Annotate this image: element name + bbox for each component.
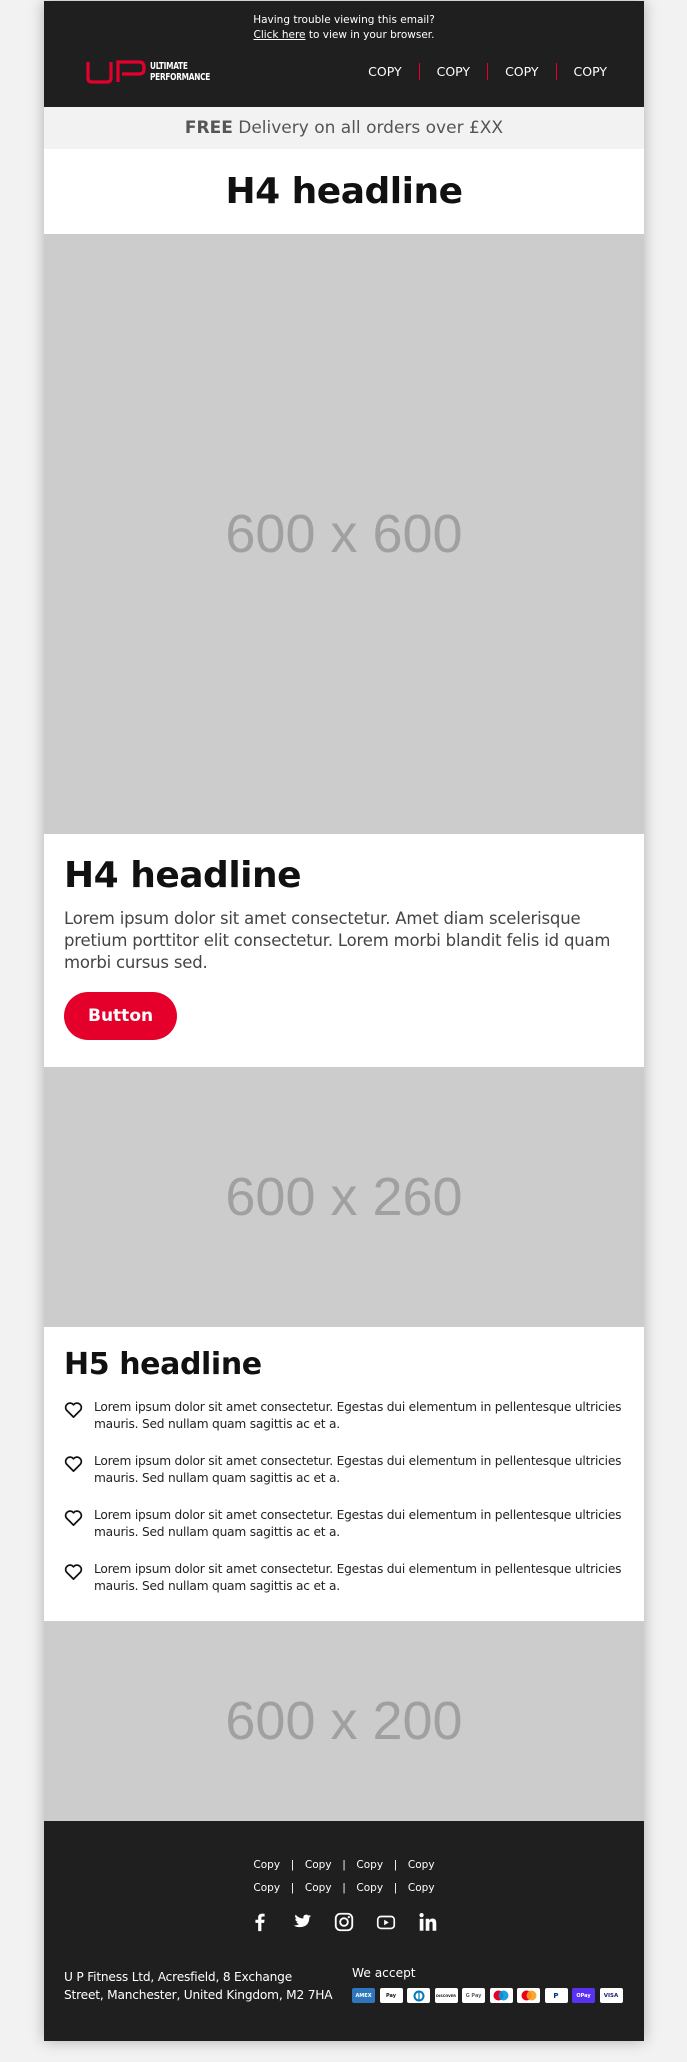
footer-link-separator: | <box>291 1881 294 1894</box>
mastercard-icon <box>517 1988 540 2003</box>
preheader: Having trouble viewing this email? Click… <box>44 13 644 43</box>
nav-item-1[interactable]: COPY <box>351 64 418 79</box>
email-footer: Copy | Copy | Copy | Copy Copy | Copy | … <box>44 1821 644 2041</box>
preheader-line1: Having trouble viewing this email? <box>253 14 435 26</box>
list-item-text: Lorem ipsum dolor sit amet consectetur. … <box>94 1400 622 1431</box>
benefits-section: H5 headline Lorem ipsum dolor sit amet c… <box>44 1327 644 1621</box>
twitter-icon[interactable] <box>291 1911 313 1933</box>
preheader-line2: Click here to view in your browser. <box>44 28 644 43</box>
social-links <box>44 1911 644 1933</box>
footer-links: Copy | Copy | Copy | Copy Copy | Copy | … <box>44 1853 644 1899</box>
footer-link-row-1: Copy | Copy | Copy | Copy <box>44 1853 644 1876</box>
we-accept-label: We accept <box>352 1966 416 1980</box>
image-260-label: 600 x 260 <box>225 1167 463 1227</box>
hero-headline: H4 headline <box>225 171 463 212</box>
list-item: Lorem ipsum dolor sit amet consectetur. … <box>64 1561 624 1595</box>
view-in-browser-link[interactable]: Click here <box>253 29 305 41</box>
shop-pay-icon: OPay <box>572 1988 595 2003</box>
up-logo-mark-icon <box>86 60 146 84</box>
footer-link-separator: | <box>342 1858 346 1871</box>
list-item-text: Lorem ipsum dolor sit amet consectetur. … <box>94 1454 622 1485</box>
promo-text: Delivery on all orders over £XX <box>232 118 504 138</box>
linkedin-icon[interactable] <box>417 1911 439 1933</box>
apple-pay-icon: Pay <box>379 1988 403 2003</box>
preheader-line2-rest: to view in your browser. <box>305 29 435 41</box>
amex-icon: AMEX <box>352 1988 375 2003</box>
nav-item-3[interactable]: COPY <box>488 64 555 79</box>
promo-bar: FREE Delivery on all orders over £XX <box>44 107 644 149</box>
list-item: Lorem ipsum dolor sit amet consectetur. … <box>64 1507 624 1541</box>
footer-link[interactable]: Copy <box>408 1859 435 1871</box>
heart-icon <box>64 1402 83 1418</box>
youtube-icon[interactable] <box>375 1911 397 1933</box>
discover-label: DISCOVER <box>436 1993 456 1998</box>
hero-image-placeholder[interactable]: 600 x 600 <box>44 234 644 834</box>
header-nav: COPY COPY COPY COPY <box>351 63 607 80</box>
email-container: Having trouble viewing this email? Click… <box>44 1 644 2041</box>
image-placeholder-200[interactable]: 600 x 200 <box>44 1621 644 1821</box>
hero-image-label: 600 x 600 <box>225 504 463 564</box>
list-item-text: Lorem ipsum dolor sit amet consectetur. … <box>94 1562 622 1593</box>
payment-methods: We accept AMEX Pay DISCOVER G Pay P OPay… <box>352 1966 623 2003</box>
footer-link[interactable]: Copy <box>253 1859 280 1871</box>
footer-link[interactable]: Copy <box>408 1882 435 1894</box>
logo-line2: PERFORMANCE <box>150 72 211 83</box>
feature-section: H4 headline Lorem ipsum dolor sit amet c… <box>44 834 644 1067</box>
list-item-text: Lorem ipsum dolor sit amet consectetur. … <box>94 1508 622 1539</box>
promo-bold: FREE <box>184 118 233 138</box>
benefits-headline: H5 headline <box>64 1347 262 1382</box>
footer-link-separator: | <box>394 1881 397 1894</box>
payment-cards: AMEX Pay DISCOVER G Pay P OPay VISA <box>352 1988 623 2003</box>
footer-link[interactable]: Copy <box>356 1859 383 1871</box>
nav-item-4[interactable]: COPY <box>557 64 607 79</box>
address-line2: Street, Manchester, United Kingdom, M2 7… <box>64 1988 333 2002</box>
cta-button[interactable]: Button <box>64 992 178 1040</box>
visa-icon: VISA <box>599 1988 623 2003</box>
image-200-label: 600 x 200 <box>225 1691 463 1751</box>
email-header: Having trouble viewing this email? Click… <box>44 1 644 107</box>
list-item: Lorem ipsum dolor sit amet consectetur. … <box>64 1453 624 1487</box>
image-placeholder-260[interactable]: 600 x 260 <box>44 1067 644 1327</box>
feature-body: Lorem ipsum dolor sit amet consectetur. … <box>64 909 611 972</box>
footer-link-separator: | <box>291 1858 294 1871</box>
address-line1: U P Fitness Ltd, Acresfield, 8 Exchange <box>64 1970 292 1984</box>
footer-link-row-2: Copy | Copy | Copy | Copy <box>44 1876 644 1899</box>
logo-line1: ULTIMATE <box>150 61 188 72</box>
up-logo[interactable]: ULTIMATE PERFORMANCE <box>86 60 223 84</box>
logo-wordmark: ULTIMATE PERFORMANCE <box>150 61 210 83</box>
heart-icon <box>64 1510 83 1526</box>
paypal-icon: P <box>544 1988 568 2003</box>
footer-link-separator: | <box>342 1881 346 1894</box>
instagram-icon[interactable] <box>333 1911 355 1933</box>
footer-link[interactable]: Copy <box>305 1859 332 1871</box>
company-address: U P Fitness Ltd, Acresfield, 8 Exchange … <box>64 1968 333 2004</box>
footer-link[interactable]: Copy <box>305 1882 332 1894</box>
footer-link[interactable]: Copy <box>253 1882 280 1894</box>
footer-link-separator: | <box>394 1858 397 1871</box>
facebook-icon[interactable] <box>249 1911 271 1933</box>
maestro-icon <box>489 1988 513 2003</box>
google-pay-icon: G Pay <box>462 1988 485 2003</box>
diners-club-icon <box>407 1988 430 2003</box>
discover-icon: DISCOVER <box>434 1988 458 2003</box>
feature-headline: H4 headline <box>64 855 302 896</box>
list-item: Lorem ipsum dolor sit amet consectetur. … <box>64 1399 624 1433</box>
heart-icon <box>64 1564 83 1580</box>
nav-item-2[interactable]: COPY <box>420 64 487 79</box>
footer-link[interactable]: Copy <box>356 1882 383 1894</box>
heart-icon <box>64 1456 83 1472</box>
